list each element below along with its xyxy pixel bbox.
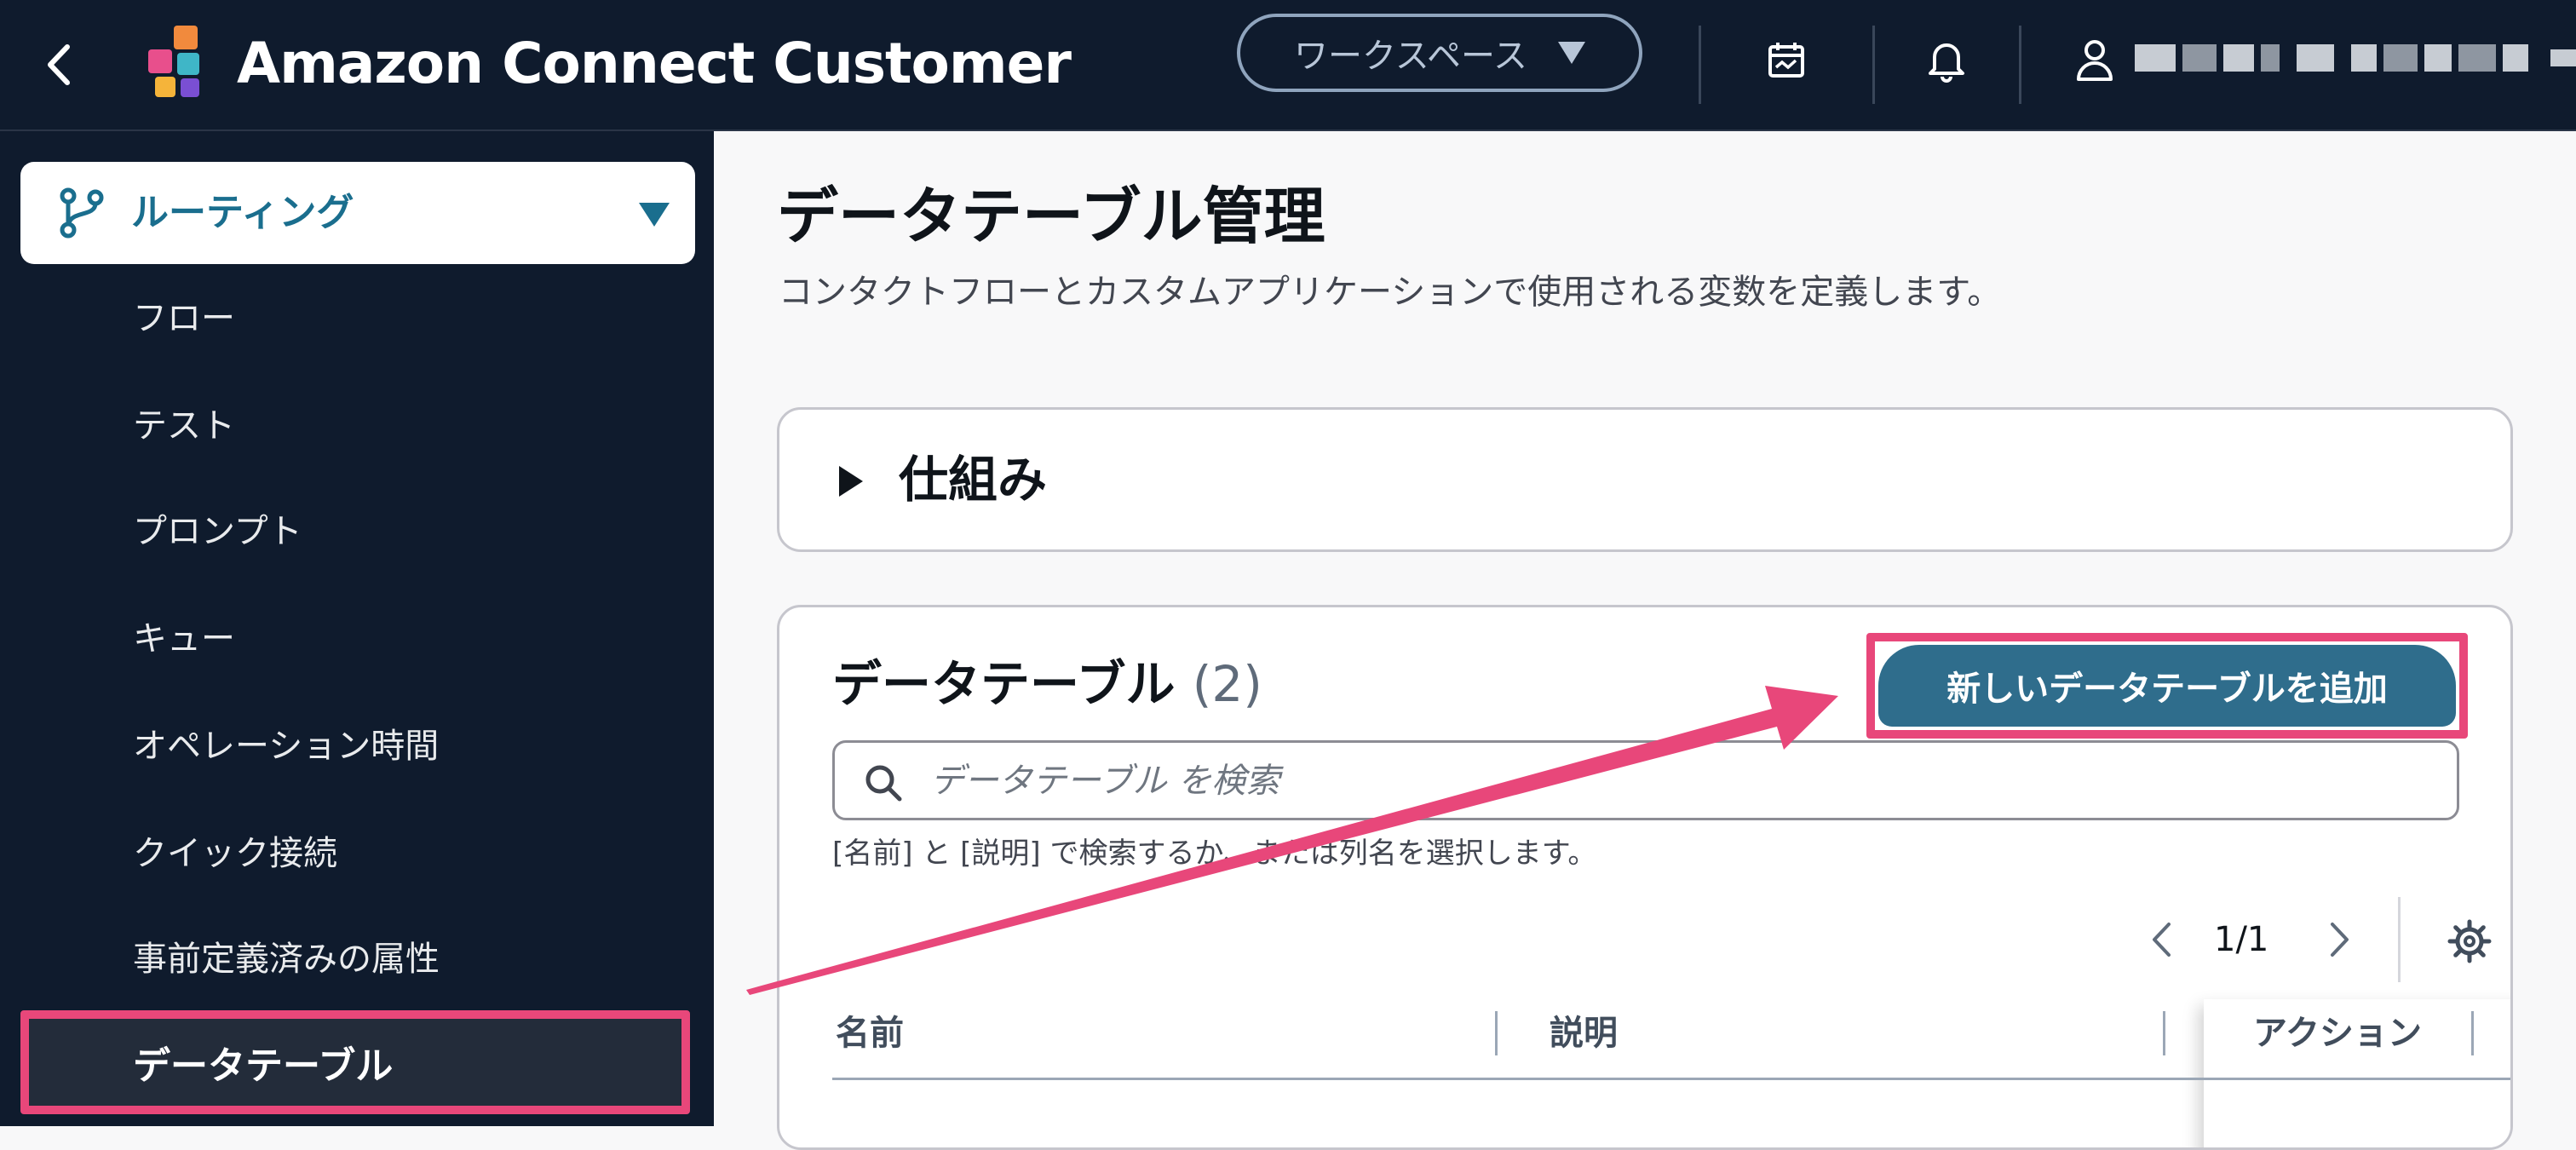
- column-header-name[interactable]: 名前: [836, 1008, 904, 1059]
- divider: [2398, 897, 2401, 982]
- column-resizer[interactable]: [1495, 1011, 1498, 1055]
- table-header-divider: [832, 1078, 2510, 1080]
- calendar-icon: [1768, 43, 1804, 78]
- user-name-redacted: [2135, 37, 2576, 78]
- calendar-button[interactable]: [1757, 31, 1816, 90]
- user-menu-button[interactable]: [2065, 31, 2125, 90]
- routing-section-toggle[interactable]: ルーティング: [20, 162, 695, 264]
- highlight-box: 新しいデータテーブルを追加: [1866, 633, 2468, 739]
- app-logo: [143, 24, 211, 106]
- search-input[interactable]: [929, 743, 2431, 819]
- item-count: (2): [1192, 655, 1262, 713]
- divider: [2019, 26, 2021, 104]
- sidebar-item-predefined-attributes[interactable]: 事前定義済みの属性: [133, 934, 440, 985]
- sidebar-item-datatables[interactable]: データテーブル: [20, 1010, 690, 1114]
- back-button[interactable]: [39, 32, 77, 97]
- caret-down-icon: [1558, 42, 1585, 64]
- column-resizer[interactable]: [2163, 1011, 2165, 1055]
- sidebar-item-test[interactable]: テスト: [133, 400, 235, 451]
- column-header-description[interactable]: 説明: [1550, 1008, 1618, 1059]
- chevron-right-icon: [2331, 923, 2349, 957]
- chevron-left-icon: [2153, 923, 2171, 957]
- sidebar-item-prompts[interactable]: プロンプト: [133, 506, 302, 557]
- user-icon: [2077, 40, 2113, 81]
- sidebar-item-label: データテーブル: [133, 1044, 394, 1088]
- pagination: 1/1: [2142, 897, 2510, 982]
- section-label: ルーティング: [131, 191, 354, 234]
- gear-icon[interactable]: [2447, 919, 2492, 963]
- divider: [1699, 26, 1701, 104]
- panel-title: データテーブル (2): [832, 641, 1262, 727]
- branch-icon: [60, 187, 104, 239]
- page-title: データテーブル管理: [777, 181, 1325, 252]
- search-field: [832, 740, 2459, 820]
- bell-icon: [1929, 43, 1964, 83]
- how-it-works-expander[interactable]: 仕組み: [777, 407, 2513, 552]
- expander-label: 仕組み: [899, 451, 1048, 509]
- next-page-button[interactable]: [2321, 917, 2359, 962]
- column-header-actions: アクション: [2253, 1014, 2422, 1053]
- search-hint: [名前] と [説明] で検索するか、または列名を選択します。: [832, 837, 1597, 871]
- divider: [1872, 26, 1875, 104]
- caret-right-icon: [839, 466, 863, 497]
- workspace-label: ワークスペース: [1294, 37, 1527, 76]
- sidebar-item-queues[interactable]: キュー: [133, 613, 235, 664]
- search-icon: [865, 765, 902, 802]
- notifications-button[interactable]: [1917, 31, 1976, 90]
- app-title: Amazon Connect Customer: [237, 31, 1072, 96]
- page-description: コンタクトフローとカスタムアプリケーションで使用される変数を定義します。: [779, 273, 2002, 312]
- top-bar: Amazon Connect Customer ワークスペース: [0, 0, 2576, 131]
- workspace-dropdown[interactable]: ワークスペース: [1237, 14, 1642, 92]
- add-datatable-button[interactable]: 新しいデータテーブルを追加: [1878, 645, 2456, 727]
- caret-down-icon: [639, 203, 670, 227]
- sidebar: ルーティング フロー テスト プロンプト キュー オペレーション時間 クイック接…: [0, 131, 714, 1126]
- sidebar-item-hours[interactable]: オペレーション時間: [133, 721, 439, 772]
- panel-title-text: データテーブル: [832, 655, 1176, 713]
- datatables-panel: データテーブル (2) 新しいデータテーブルを追加 [名前] と [説明] で検…: [777, 605, 2513, 1150]
- page-indicator: 1/1: [2214, 920, 2269, 959]
- main-content: データテーブル管理 コンタクトフローとカスタムアプリケーションで使用される変数を…: [714, 131, 2576, 1150]
- column-resizer[interactable]: [2471, 1011, 2474, 1055]
- chevron-left-icon: [48, 44, 70, 85]
- previous-page-button[interactable]: [2142, 917, 2180, 962]
- sidebar-item-quick-connects[interactable]: クイック接続: [133, 828, 337, 879]
- sidebar-item-flows[interactable]: フロー: [133, 293, 235, 344]
